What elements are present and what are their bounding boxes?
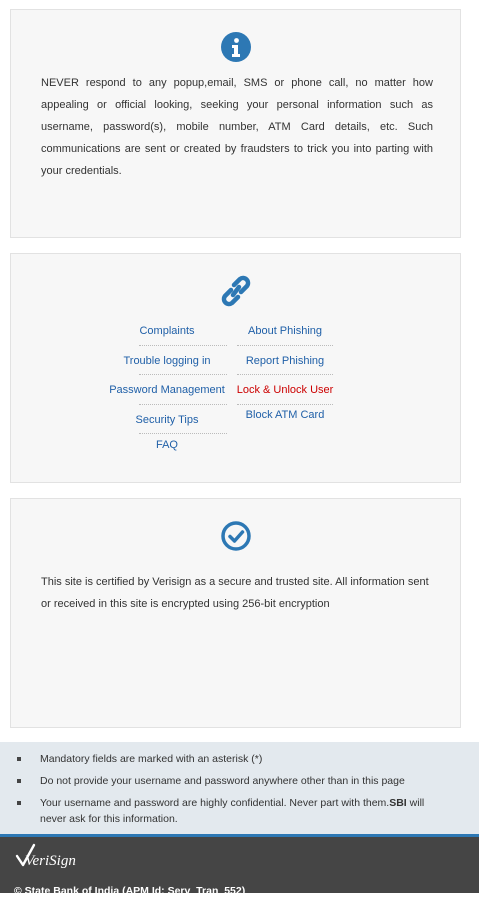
phishing-warning-text: NEVER respond to any popup,email, SMS or… — [41, 77, 433, 177]
password-management-link[interactable]: Password Management — [107, 384, 227, 396]
complaints-link[interactable]: Complaints — [107, 325, 227, 337]
notes-section: Mandatory fields are marked with an aste… — [0, 742, 479, 834]
link-divider — [139, 433, 227, 434]
mandatory-fields-note: Mandatory fields are marked with an aste… — [17, 751, 452, 767]
confidentiality-note: Your username and password are highly co… — [17, 795, 452, 827]
link-divider — [237, 374, 333, 375]
link-icon — [221, 275, 250, 307]
faq-link[interactable]: FAQ — [107, 439, 227, 451]
block-atm-card-link[interactable]: Block ATM Card — [235, 409, 335, 421]
trouble-logging-in-link[interactable]: Trouble logging in — [107, 355, 227, 367]
quick-links-panel: Complaints Trouble logging in Password M… — [10, 253, 461, 483]
link-divider — [139, 374, 227, 375]
sbi-text: SBI — [389, 797, 407, 809]
link-divider — [237, 345, 333, 346]
verisign-logo: VeriSign — [15, 843, 76, 869]
info-icon — [220, 32, 251, 62]
copyright-text: © State Bank of India (APM Id: Serv_Tran… — [14, 885, 246, 897]
security-tips-link[interactable]: Security Tips — [107, 414, 227, 426]
link-divider — [139, 404, 227, 405]
quick-links: Complaints Trouble logging in Password M… — [11, 316, 460, 466]
report-phishing-link[interactable]: Report Phishing — [235, 355, 335, 367]
about-phishing-link[interactable]: About Phishing — [235, 325, 335, 337]
link-divider — [139, 345, 227, 346]
security-notice-panel: NEVER respond to any popup,email, SMS or… — [10, 9, 461, 238]
verisign-certification-text: This site is certified by Verisign as a … — [41, 576, 429, 610]
verisign-notice-panel: This site is certified by Verisign as a … — [10, 498, 461, 728]
verisign-logo-text: VeriSign — [25, 853, 76, 869]
confidentiality-note-text: Your username and password are highly co… — [40, 797, 390, 809]
page-footer: VeriSign © State Bank of India (APM Id: … — [0, 834, 479, 897]
link-divider — [237, 404, 333, 405]
credentials-location-note: Do not provide your username and passwor… — [17, 773, 452, 789]
lock-unlock-user-link[interactable]: Lock & Unlock User — [235, 384, 335, 396]
check-circle-icon — [220, 521, 251, 551]
